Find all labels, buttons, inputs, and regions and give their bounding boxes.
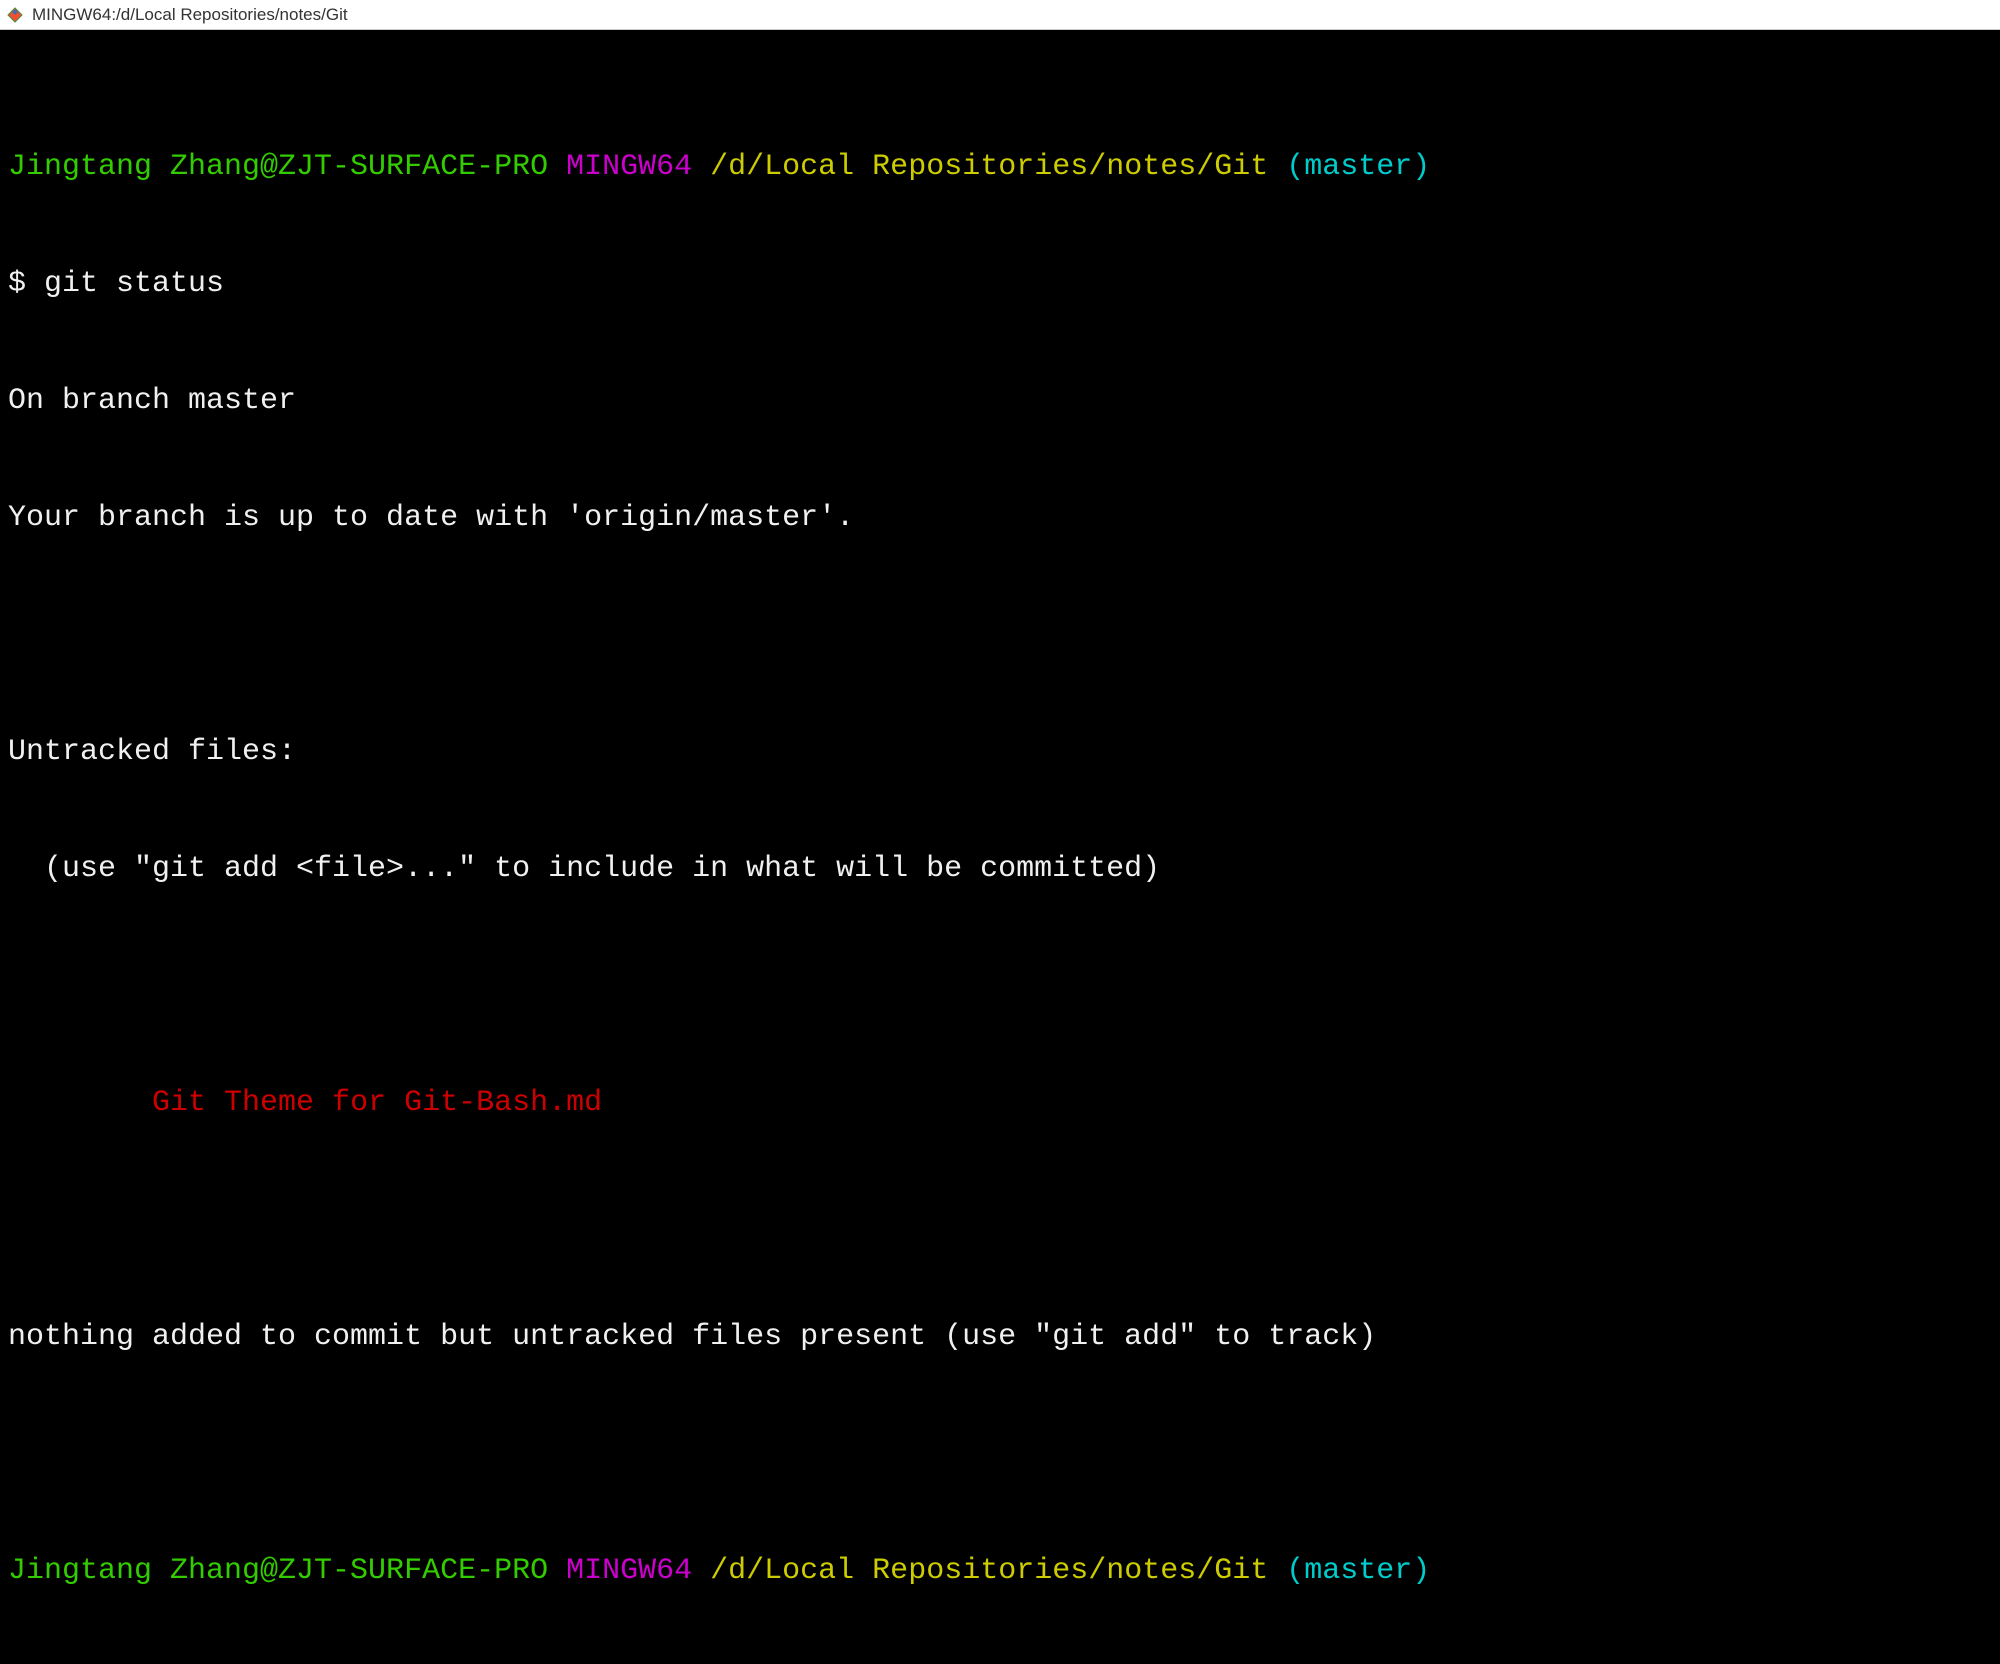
prompt-path: /d/Local Repositories/notes/Git: [710, 150, 1268, 184]
prompt-path: /d/Local Repositories/notes/Git: [710, 1554, 1268, 1588]
command-text: git status: [44, 267, 224, 301]
blank-line: [8, 1201, 1992, 1240]
output-line: nothing added to commit but untracked fi…: [8, 1318, 1992, 1357]
terminal-area[interactable]: Jingtang Zhang@ZJT-SURFACE-PRO MINGW64 /…: [0, 30, 2000, 1664]
prompt-line: Jingtang Zhang@ZJT-SURFACE-PRO MINGW64 /…: [8, 1552, 1992, 1591]
window-titlebar[interactable]: MINGW64:/d/Local Repositories/notes/Git: [0, 0, 2000, 30]
prompt-env: MINGW64: [566, 150, 692, 184]
window-title: MINGW64:/d/Local Repositories/notes/Git: [32, 5, 348, 25]
prompt-line: Jingtang Zhang@ZJT-SURFACE-PRO MINGW64 /…: [8, 148, 1992, 187]
blank-line: [8, 616, 1992, 655]
prompt-branch: (master): [1286, 1554, 1430, 1588]
output-line: (use "git add <file>..." to include in w…: [8, 850, 1992, 889]
prompt-branch: (master): [1286, 150, 1430, 184]
git-bash-icon: [6, 6, 24, 24]
indent: [8, 1086, 152, 1120]
untracked-file-line: Git Theme for Git-Bash.md: [8, 1084, 1992, 1123]
prompt-user: Jingtang Zhang@ZJT-SURFACE-PRO: [8, 150, 548, 184]
prompt-user: Jingtang Zhang@ZJT-SURFACE-PRO: [8, 1554, 548, 1588]
prompt-env: MINGW64: [566, 1554, 692, 1588]
output-line: On branch master: [8, 382, 1992, 421]
untracked-file: Git Theme for Git-Bash.md: [152, 1086, 602, 1120]
blank-line: [8, 967, 1992, 1006]
prompt-symbol: $: [8, 267, 44, 301]
output-line: Untracked files:: [8, 733, 1992, 772]
blank-line: [8, 1435, 1992, 1474]
command-line: $ git status: [8, 265, 1992, 304]
output-line: Your branch is up to date with 'origin/m…: [8, 499, 1992, 538]
